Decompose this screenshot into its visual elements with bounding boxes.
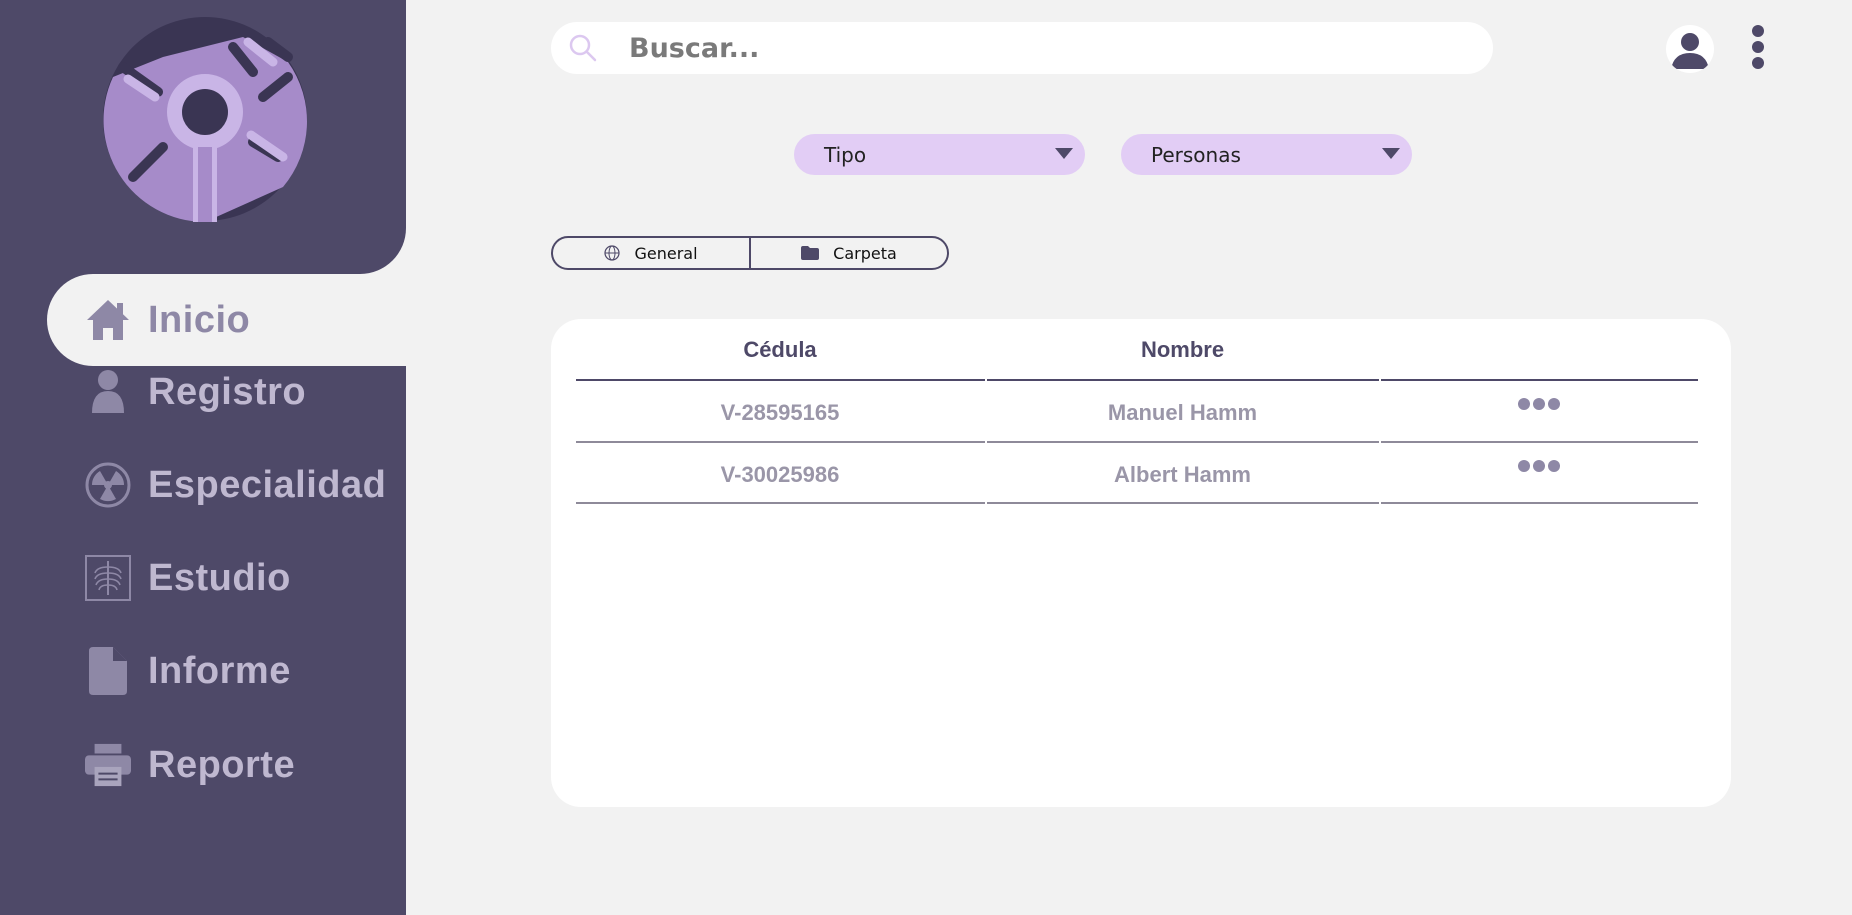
user-icon [85,369,131,415]
sidebar-item-label: Especialidad [148,463,387,506]
sidebar-item-estudio[interactable]: Estudio [47,532,406,624]
sidebar-item-label: Inicio [148,298,251,341]
row-actions-button[interactable] [1518,460,1564,474]
header-divider [576,379,985,381]
chevron-down-icon [1382,148,1400,159]
row-divider [576,502,985,504]
persons-table-card [551,319,1731,807]
tab-carpeta[interactable]: Carpeta [749,238,947,268]
app-logo [103,17,307,222]
header-divider [1381,379,1698,381]
sidebar-item-label: Registro [148,370,307,413]
xray-icon [85,555,131,601]
row-divider [987,502,1379,504]
column-header-nombre: Nombre [1140,337,1225,362]
search-bar [551,22,1493,74]
user-avatar-icon [1671,33,1709,69]
globe-icon [604,245,621,261]
tab-general[interactable]: General [553,238,749,268]
column-header-cedula: Cédula [743,337,817,362]
sidebar-item-reporte[interactable]: Reporte [47,719,406,811]
cell-nombre: Albert Hamm [1114,462,1251,487]
search-icon [569,34,597,62]
sidebar-item-label: Estudio [148,556,291,599]
search-input[interactable] [629,28,1469,68]
view-tabs: General Carpeta [551,236,949,270]
cell-cedula: V-30025986 [720,462,840,487]
tipo-dropdown[interactable]: Tipo [794,134,1085,175]
cell-nombre: Manuel Hamm [1107,400,1258,425]
more-menu-icon[interactable] [1748,24,1768,70]
row-divider [987,441,1379,443]
personas-dropdown-label: Personas [1151,143,1241,167]
row-divider [1381,502,1698,504]
row-actions-button[interactable] [1518,398,1564,412]
home-icon [85,297,131,343]
sidebar-item-registro[interactable]: Registro [47,346,406,438]
row-divider [1381,441,1698,443]
row-divider [576,441,985,443]
sidebar-item-especialidad[interactable]: Especialidad [47,439,406,531]
user-avatar[interactable] [1666,25,1714,73]
cell-cedula: V-28595165 [720,400,840,425]
sidebar-item-informe[interactable]: Informe [47,625,406,717]
folder-icon [801,246,820,260]
header-divider [987,379,1379,381]
document-icon [85,647,131,695]
radiation-icon [85,462,131,508]
sidebar: Inicio Registro Especialidad Estudio Inf… [0,0,406,915]
active-tab-curve-top [360,228,406,274]
chevron-down-icon [1055,148,1073,159]
sidebar-item-label: Informe [148,649,291,692]
tipo-dropdown-label: Tipo [824,143,867,167]
tab-general-label: General [634,243,698,263]
tab-carpeta-label: Carpeta [833,243,897,263]
printer-icon [85,742,131,788]
sidebar-item-label: Reporte [148,743,296,786]
personas-dropdown[interactable]: Personas [1121,134,1412,175]
